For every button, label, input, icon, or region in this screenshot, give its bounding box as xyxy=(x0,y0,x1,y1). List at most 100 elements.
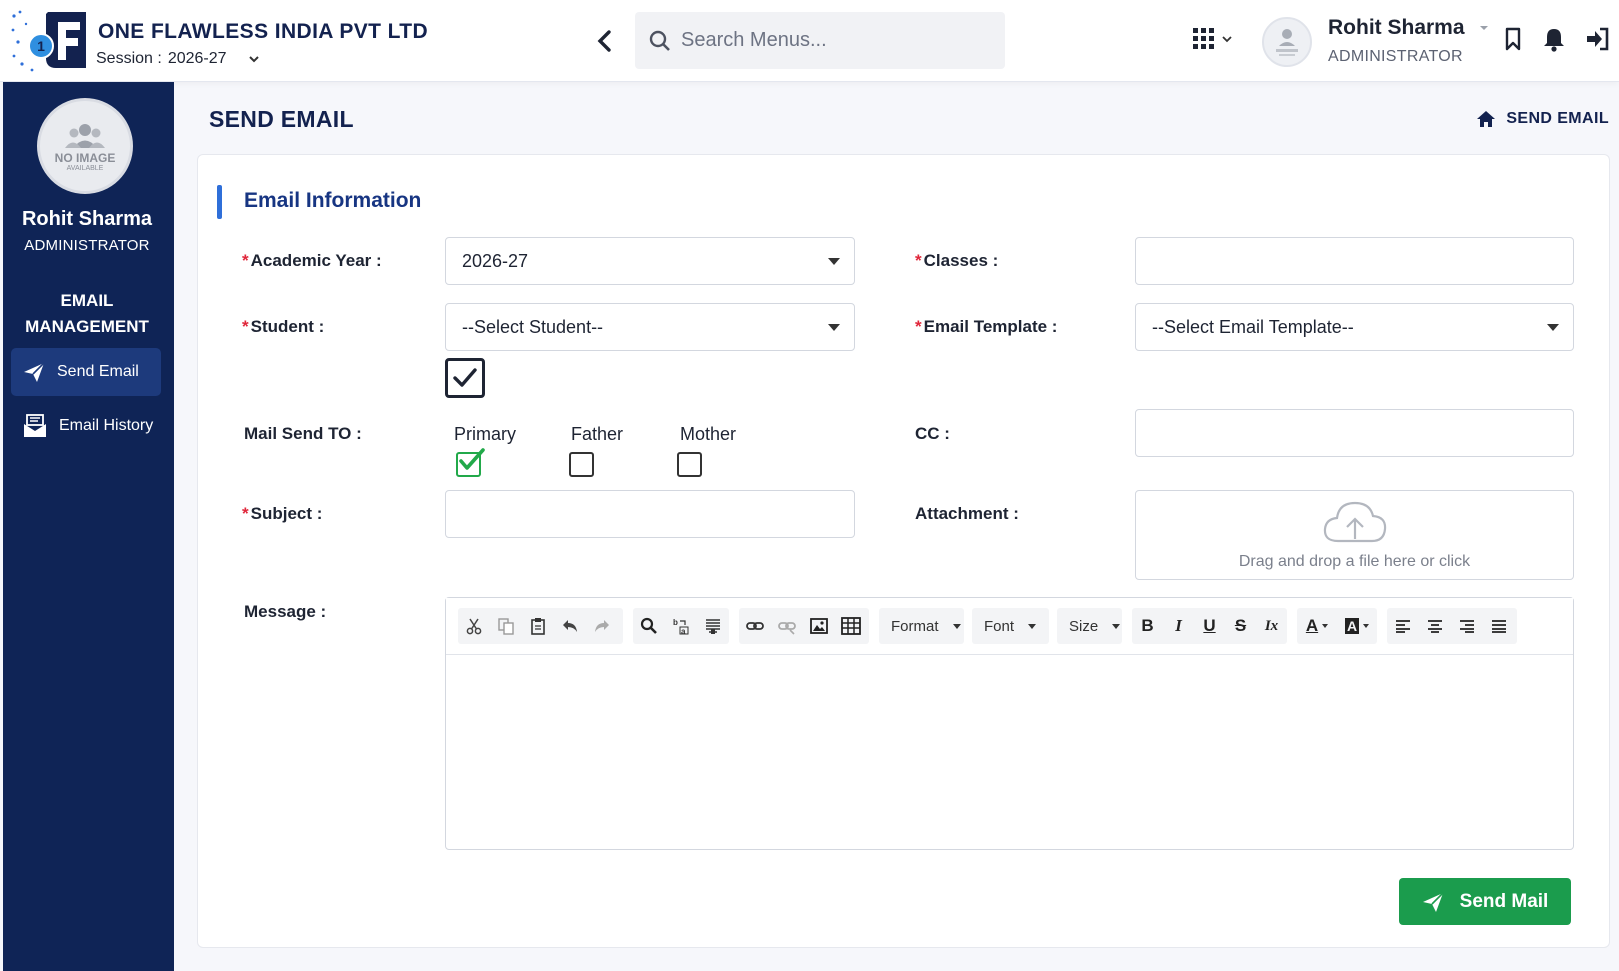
align-center-icon xyxy=(1428,620,1442,633)
paper-plane-icon xyxy=(24,362,45,382)
size-dropdown-label: Size xyxy=(1069,617,1099,635)
search-input[interactable] xyxy=(681,29,981,52)
table-button[interactable] xyxy=(835,610,867,642)
mother-checkbox[interactable] xyxy=(677,452,702,477)
user-role: ADMINISTRATOR xyxy=(1328,48,1463,65)
select-all-button[interactable] xyxy=(697,610,729,642)
caret-down-icon xyxy=(1363,624,1370,628)
father-checkbox[interactable] xyxy=(569,452,594,477)
user-name: Rohit Sharma xyxy=(1328,16,1465,39)
sidebar-item-send-email[interactable]: Send Email xyxy=(11,348,161,396)
checkmark-icon xyxy=(453,368,477,387)
required-mark: * xyxy=(242,504,249,523)
sidebar-user-name: Rohit Sharma xyxy=(21,208,153,230)
user-avatar[interactable] xyxy=(1262,17,1312,67)
clear-format-button[interactable]: Ix xyxy=(1256,610,1287,642)
underline-button[interactable]: U xyxy=(1194,610,1225,642)
menu-search-box[interactable] xyxy=(635,12,1005,69)
subject-input[interactable] xyxy=(445,490,855,538)
send-mail-label: Send Mail xyxy=(1459,890,1549,912)
bell-icon[interactable] xyxy=(1541,26,1567,52)
student-select[interactable]: --Select Student-- xyxy=(445,303,855,351)
toolbar-group-align xyxy=(1387,608,1517,644)
classes-select[interactable] xyxy=(1135,237,1574,285)
classes-label-text: Classes : xyxy=(923,251,999,270)
justify-button[interactable] xyxy=(1483,610,1515,642)
mail-send-to-label: Mail Send TO : xyxy=(244,424,362,443)
scissors-icon xyxy=(466,618,482,635)
caret-down-icon xyxy=(1112,623,1121,629)
replace-button[interactable]: ba xyxy=(665,610,697,642)
link-icon xyxy=(746,622,764,630)
paste-icon xyxy=(531,618,545,635)
cc-input[interactable] xyxy=(1135,409,1574,457)
apps-menu-button[interactable] xyxy=(1193,28,1233,50)
strikethrough-button[interactable]: S xyxy=(1225,610,1256,642)
company-logo[interactable]: 1 xyxy=(10,8,92,76)
attachment-dropzone[interactable]: Drag and drop a file here or click xyxy=(1135,490,1574,580)
required-mark: * xyxy=(242,251,249,270)
collapse-sidebar-chevron-icon[interactable] xyxy=(592,26,618,56)
message-label: Message : xyxy=(244,602,327,621)
message-text-area[interactable] xyxy=(446,655,1573,849)
cut-button[interactable] xyxy=(458,610,490,642)
email-template-value: --Select Email Template-- xyxy=(1152,316,1354,337)
size-dropdown[interactable]: Size xyxy=(1057,608,1122,644)
bold-button[interactable]: B xyxy=(1132,610,1163,642)
undo-button[interactable] xyxy=(554,610,586,642)
toolbar-group-find: ba xyxy=(633,608,729,644)
sidebar-item-email-history[interactable]: Email History xyxy=(11,402,161,450)
unlink-button[interactable] xyxy=(771,610,803,642)
find-button[interactable] xyxy=(633,610,665,642)
attachment-label: Attachment : xyxy=(915,504,1019,523)
sidebar-item-label: Email History xyxy=(59,417,154,434)
redo-button[interactable] xyxy=(586,610,618,642)
bg-color-button[interactable]: A xyxy=(1337,610,1377,642)
primary-option-label: Primary xyxy=(454,424,516,444)
section-title-line1: EMAIL xyxy=(60,291,114,310)
text-color-button[interactable]: A xyxy=(1297,610,1337,642)
redo-icon xyxy=(595,620,609,632)
image-button[interactable] xyxy=(803,610,835,642)
academic-year-select[interactable]: 2026-27 xyxy=(445,237,855,285)
academic-year-label: * Academic Year : xyxy=(242,251,382,271)
session-label: Session : xyxy=(96,50,162,67)
attachment-hint: Drag and drop a file here or click xyxy=(1238,553,1471,570)
logo-icon: 1 xyxy=(11,10,86,72)
paste-button[interactable] xyxy=(522,610,554,642)
align-right-button[interactable] xyxy=(1451,610,1483,642)
caret-down-icon xyxy=(828,258,840,265)
align-left-button[interactable] xyxy=(1387,610,1419,642)
copy-button[interactable] xyxy=(490,610,522,642)
breadcrumb[interactable]: SEND EMAIL xyxy=(1476,110,1609,128)
italic-button[interactable]: I xyxy=(1163,610,1194,642)
email-template-select[interactable]: --Select Email Template-- xyxy=(1135,303,1574,351)
breadcrumb-label: SEND EMAIL xyxy=(1506,110,1609,127)
caret-down-icon xyxy=(1547,324,1559,331)
replace-icon: ba xyxy=(673,618,689,635)
svg-text:b: b xyxy=(673,618,678,627)
unlink-icon xyxy=(778,622,796,635)
user-menu[interactable]: Rohit Sharma ADMINISTRATOR xyxy=(1328,16,1489,66)
primary-checkbox[interactable] xyxy=(456,448,485,477)
sidebar-section-title: EMAIL MANAGEMENT xyxy=(3,288,171,340)
font-dropdown[interactable]: Font xyxy=(972,608,1049,644)
required-mark: * xyxy=(915,317,922,336)
grid-apps-icon xyxy=(1193,28,1214,49)
bookmark-icon[interactable] xyxy=(1500,26,1526,52)
copy-icon xyxy=(498,618,514,635)
table-icon xyxy=(841,617,861,635)
message-editor[interactable]: ba Format Font Size B I U S Ix A A xyxy=(445,597,1574,850)
send-mail-button[interactable]: Send Mail xyxy=(1399,878,1571,925)
toolbar-group-clipboard xyxy=(458,608,623,644)
align-center-button[interactable] xyxy=(1419,610,1451,642)
format-dropdown[interactable]: Format xyxy=(879,608,964,644)
link-button[interactable] xyxy=(739,610,771,642)
session-selector[interactable]: Session : 2026-27 xyxy=(96,50,261,68)
session-value: 2026-27 xyxy=(167,50,227,67)
background-color-icon: A xyxy=(1344,618,1360,634)
select-all-students-checkbox[interactable] xyxy=(445,358,485,398)
email-template-label-text: Email Template : xyxy=(923,317,1058,336)
student-label-text: Student : xyxy=(250,317,325,336)
logout-icon[interactable] xyxy=(1585,26,1611,52)
